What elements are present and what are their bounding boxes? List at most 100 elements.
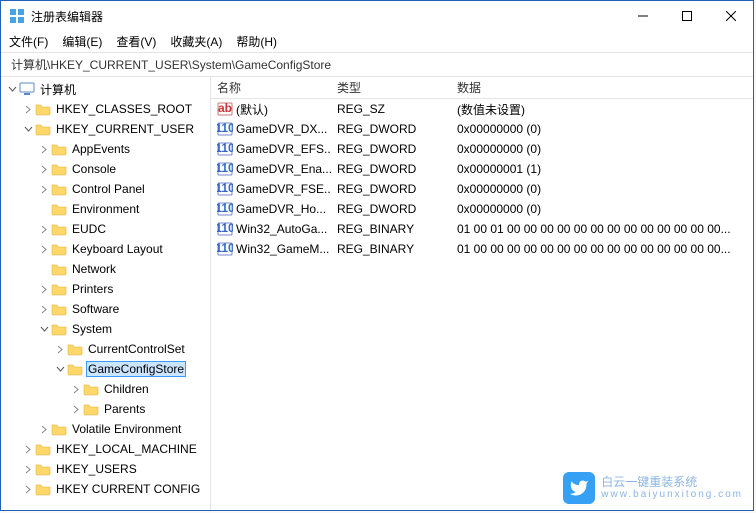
svg-text:110: 110 <box>217 122 233 135</box>
col-header-data[interactable]: 数据 <box>451 77 753 98</box>
watermark: 白云一键重装系统 www.baiyunxitong.com <box>563 472 743 504</box>
folder-icon <box>83 402 99 416</box>
tree-appevents[interactable]: AppEvents <box>1 139 210 159</box>
list-row[interactable]: 110GameDVR_Ena...REG_DWORD0x00000001 (1) <box>211 159 753 179</box>
chevron-right-icon[interactable] <box>21 462 35 476</box>
menu-view[interactable]: 查看(V) <box>116 33 156 50</box>
folder-icon <box>51 302 67 316</box>
chevron-right-icon[interactable] <box>37 162 51 176</box>
tree-controlpanel[interactable]: Control Panel <box>1 179 210 199</box>
svg-text:ab: ab <box>218 102 232 115</box>
chevron-right-icon[interactable] <box>37 282 51 296</box>
tree-eudc[interactable]: EUDC <box>1 219 210 239</box>
tree-label: Console <box>70 162 118 176</box>
tree-hklm[interactable]: HKEY_LOCAL_MACHINE <box>1 439 210 459</box>
tree-panel[interactable]: 计算机 HKEY_CLASSES_ROOT HKEY_CURRENT_USERApp… <box>1 77 211 510</box>
chevron-down-icon[interactable] <box>5 82 19 96</box>
chevron-right-icon[interactable] <box>37 182 51 196</box>
cell-name: 110GameDVR_Ena... <box>211 162 331 176</box>
chevron-right-icon[interactable] <box>37 222 51 236</box>
list-row[interactable]: ab(默认)REG_SZ(数值未设置) <box>211 99 753 119</box>
chevron-down-icon[interactable] <box>37 322 51 336</box>
chevron-right-icon[interactable] <box>37 422 51 436</box>
tree-label: 计算机 <box>38 81 78 98</box>
col-header-type[interactable]: 类型 <box>331 77 451 98</box>
cell-type: REG_DWORD <box>331 122 451 136</box>
chevron-right-icon[interactable] <box>21 442 35 456</box>
list-header: 名称 类型 数据 <box>211 77 753 99</box>
svg-text:110: 110 <box>217 222 233 235</box>
tree-network[interactable]: Network <box>1 259 210 279</box>
menu-file[interactable]: 文件(F) <box>9 33 48 50</box>
menu-help[interactable]: 帮助(H) <box>236 33 277 50</box>
chevron-down-icon[interactable] <box>21 122 35 136</box>
binary-value-icon: 110 <box>217 182 233 196</box>
folder-icon <box>51 422 67 436</box>
tree-label: GameConfigStore <box>86 361 186 377</box>
tree-children[interactable]: Children <box>1 379 210 399</box>
cell-type: REG_DWORD <box>331 182 451 196</box>
cell-name: 110GameDVR_Ho... <box>211 202 331 216</box>
tree-hkcu[interactable]: HKEY_CURRENT_USER <box>1 119 210 139</box>
folder-icon <box>35 442 51 456</box>
tree-label: HKEY_USERS <box>54 462 139 476</box>
cell-data: 0x00000001 (1) <box>451 162 753 176</box>
tree-volatile[interactable]: Volatile Environment <box>1 419 210 439</box>
cell-data: 0x00000000 (0) <box>451 122 753 136</box>
cell-type: REG_BINARY <box>331 242 451 256</box>
menu-favorites[interactable]: 收藏夹(A) <box>170 33 222 50</box>
list-row[interactable]: 110GameDVR_DX...REG_DWORD0x00000000 (0) <box>211 119 753 139</box>
tree-hku[interactable]: HKEY_USERS <box>1 459 210 479</box>
close-button[interactable] <box>709 1 753 31</box>
chevron-right-icon[interactable] <box>53 342 67 356</box>
tree-printers[interactable]: Printers <box>1 279 210 299</box>
col-header-name[interactable]: 名称 <box>211 77 331 98</box>
tree-label: Software <box>70 302 121 316</box>
tree-keyboard[interactable]: Keyboard Layout <box>1 239 210 259</box>
tree-parents[interactable]: Parents <box>1 399 210 419</box>
cell-type: REG_DWORD <box>331 202 451 216</box>
tree-label: Control Panel <box>70 182 147 196</box>
chevron-right-icon[interactable] <box>69 382 83 396</box>
chevron-right-icon[interactable] <box>69 402 83 416</box>
tree-hkcc[interactable]: HKEY CURRENT CONFIG <box>1 479 210 499</box>
cell-data: 0x00000000 (0) <box>451 142 753 156</box>
chevron-right-icon[interactable] <box>21 102 35 116</box>
chevron-right-icon[interactable] <box>37 242 51 256</box>
cell-data: (数值未设置) <box>451 101 753 118</box>
list-row[interactable]: 110GameDVR_Ho...REG_DWORD0x00000000 (0) <box>211 199 753 219</box>
folder-icon <box>67 362 83 376</box>
chevron-right-icon[interactable] <box>21 482 35 496</box>
tree-label: HKEY_CLASSES_ROOT <box>54 102 194 116</box>
chevron-right-icon[interactable] <box>37 142 51 156</box>
list-row[interactable]: 110Win32_AutoGa...REG_BINARY01 00 01 00 … <box>211 219 753 239</box>
tree-root[interactable]: 计算机 <box>1 79 210 99</box>
address-bar[interactable]: 计算机\HKEY_CURRENT_USER\System\GameConfigS… <box>1 53 753 77</box>
minimize-button[interactable] <box>621 1 665 31</box>
tree-environment[interactable]: Environment <box>1 199 210 219</box>
list-row[interactable]: 110Win32_GameM...REG_BINARY01 00 00 00 0… <box>211 239 753 259</box>
chevron-down-icon[interactable] <box>53 362 67 376</box>
tree-system[interactable]: System <box>1 319 210 339</box>
cell-data: 01 00 00 00 00 00 00 00 00 00 00 00 00 0… <box>451 242 753 256</box>
chevron-right-icon[interactable] <box>37 302 51 316</box>
folder-icon <box>51 162 67 176</box>
tree-label: Volatile Environment <box>70 422 183 436</box>
tree-currentcontrolset[interactable]: CurrentControlSet <box>1 339 210 359</box>
tree-console[interactable]: Console <box>1 159 210 179</box>
cell-name: 110GameDVR_FSE... <box>211 182 331 196</box>
menu-edit[interactable]: 编辑(E) <box>62 33 102 50</box>
list-row[interactable]: 110GameDVR_FSE...REG_DWORD0x00000000 (0) <box>211 179 753 199</box>
computer-icon <box>19 82 35 96</box>
maximize-button[interactable] <box>665 1 709 31</box>
tree-label: EUDC <box>70 222 108 236</box>
tree-label: CurrentControlSet <box>86 342 187 356</box>
menubar: 文件(F) 编辑(E) 查看(V) 收藏夹(A) 帮助(H) <box>1 31 753 53</box>
cell-data: 0x00000000 (0) <box>451 182 753 196</box>
tree-software[interactable]: Software <box>1 299 210 319</box>
list-row[interactable]: 110GameDVR_EFS...REG_DWORD0x00000000 (0) <box>211 139 753 159</box>
tree-hkcr[interactable]: HKEY_CLASSES_ROOT <box>1 99 210 119</box>
binary-value-icon: 110 <box>217 202 233 216</box>
tree-gameconfigstore[interactable]: GameConfigStore <box>1 359 210 379</box>
tree-label: System <box>70 322 114 336</box>
